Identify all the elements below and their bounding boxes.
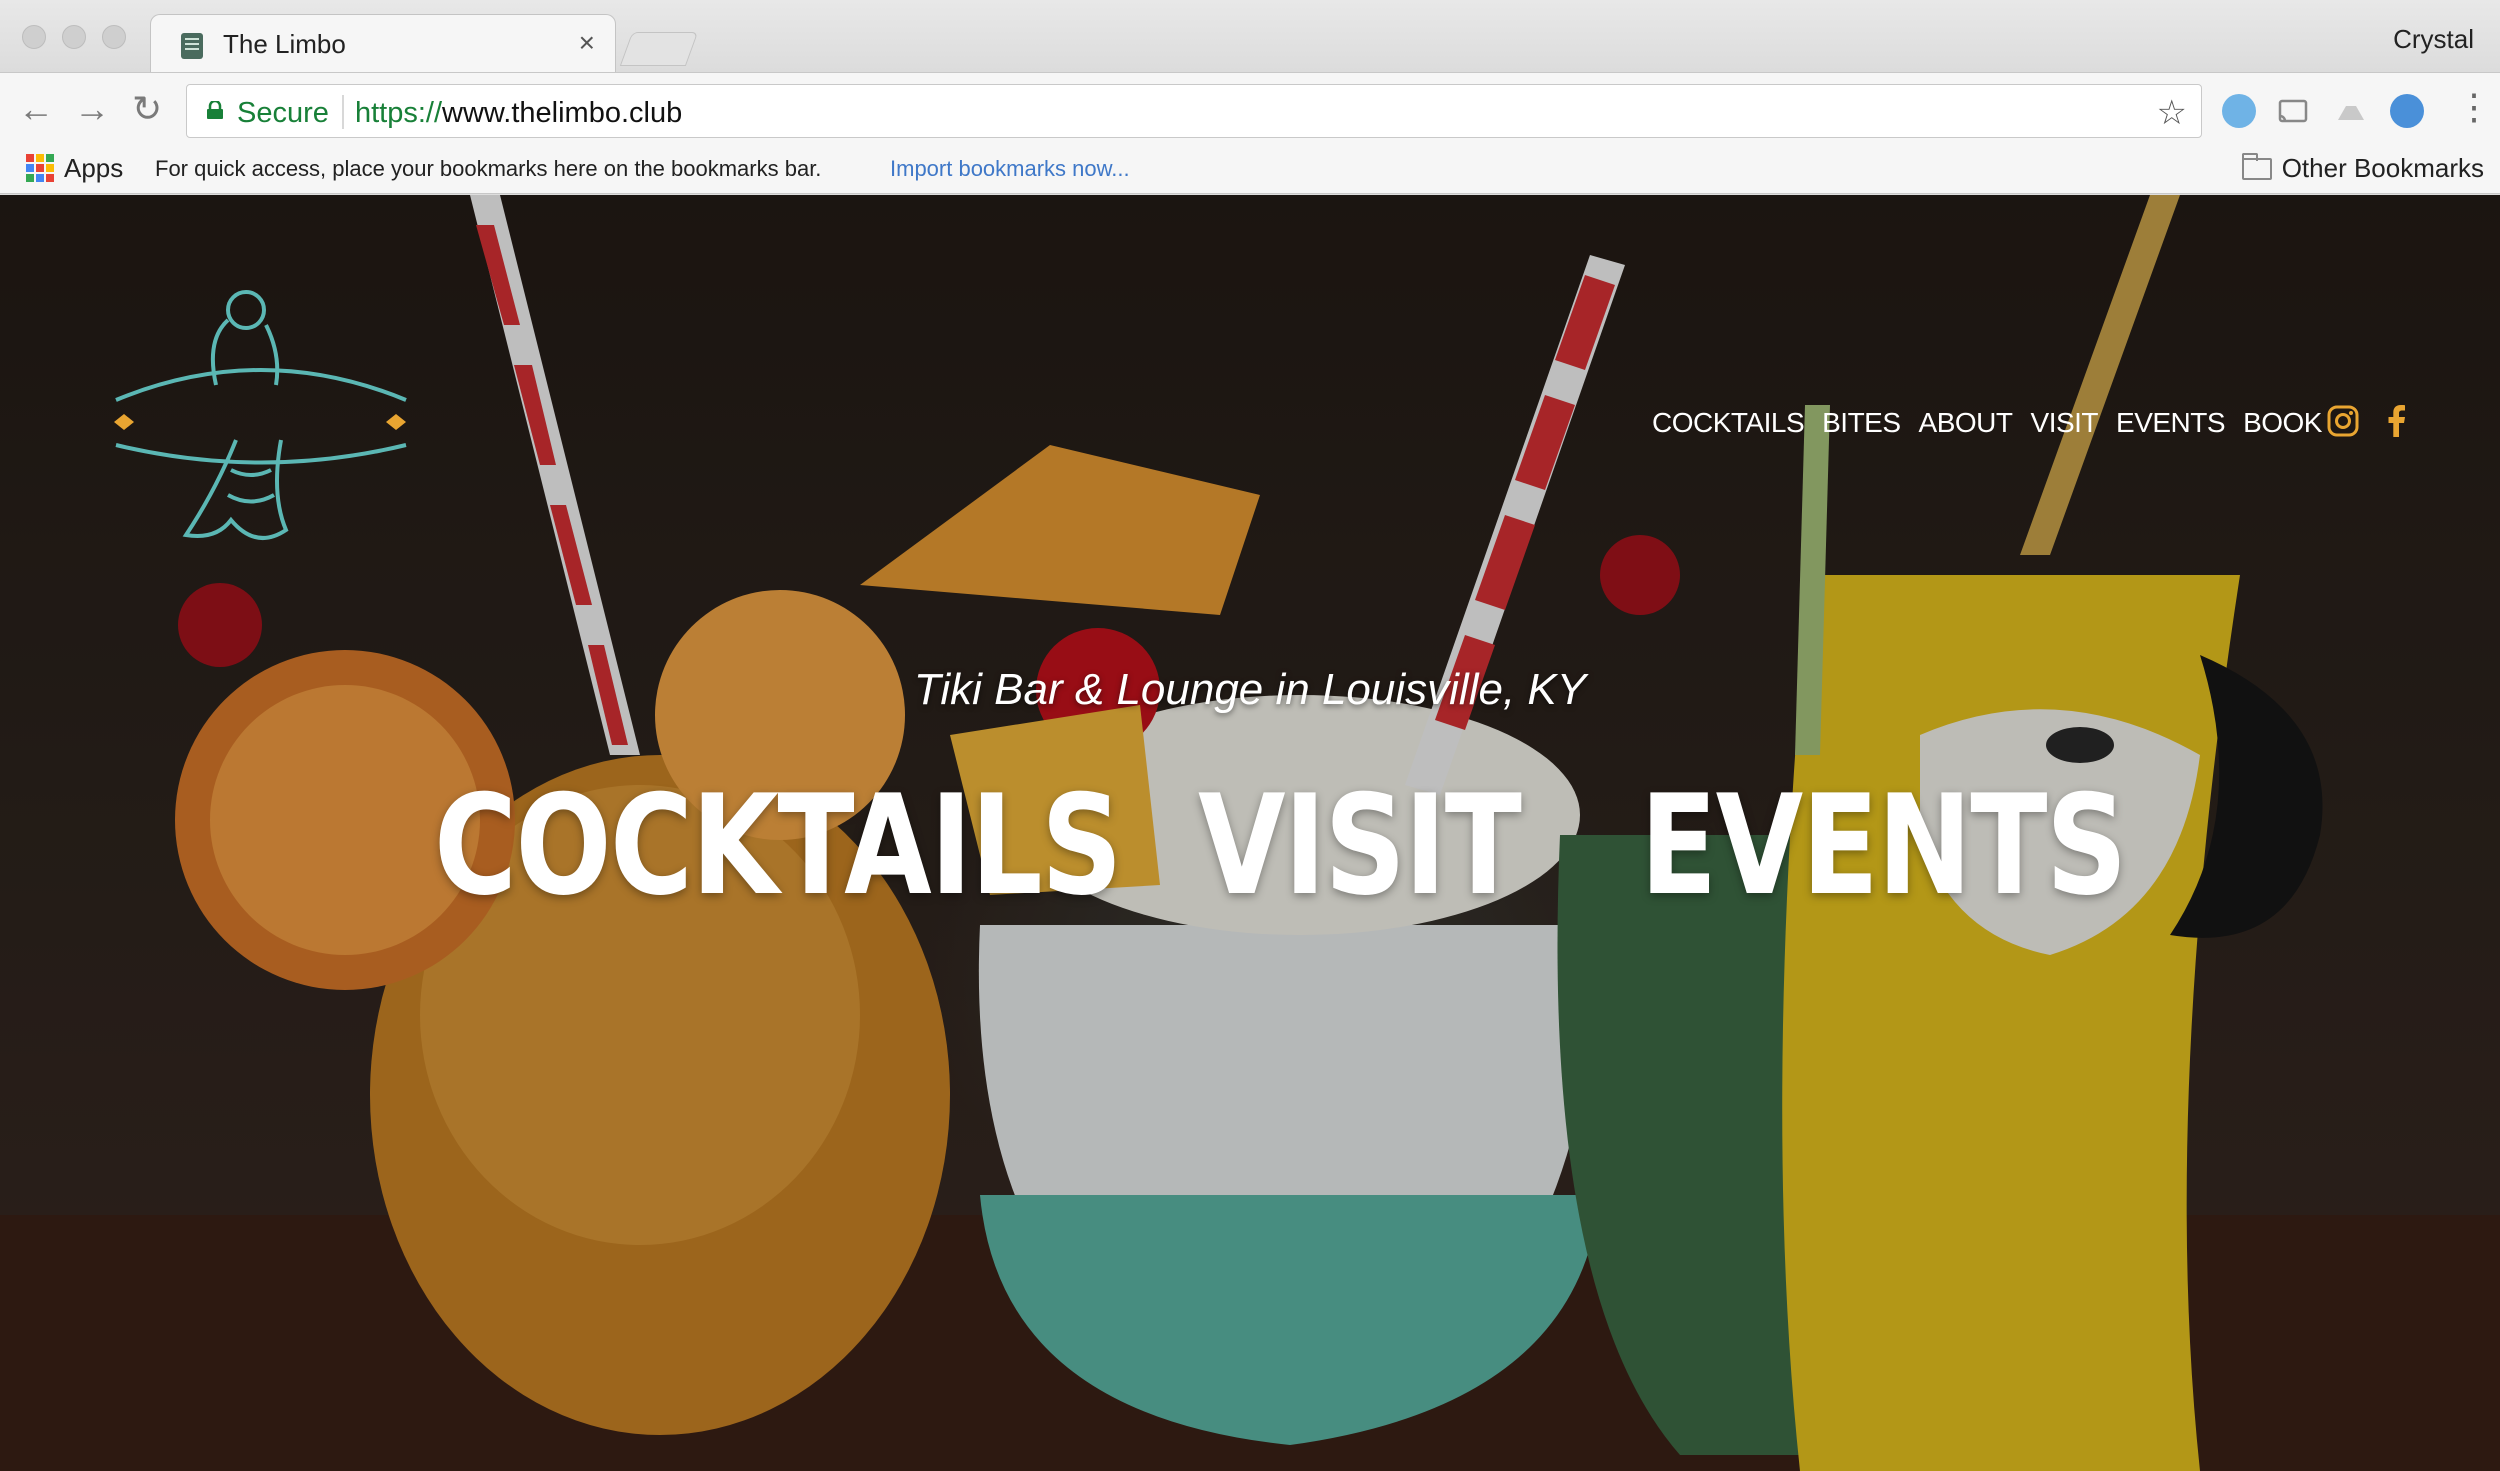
instagram-icon[interactable] bbox=[2326, 404, 2360, 438]
browser-toolbar: ← → ↻ Secure https://www.thelimbo.club ☆… bbox=[0, 72, 2500, 148]
bookmark-star-icon[interactable]: ☆ bbox=[2157, 93, 2187, 133]
lock-icon bbox=[207, 101, 223, 119]
bookmarks-bar: Apps For quick access, place your bookma… bbox=[0, 148, 2500, 194]
profile-name[interactable]: Crystal bbox=[2393, 24, 2474, 55]
forward-arrow-icon[interactable]: → bbox=[74, 91, 110, 127]
new-tab-button[interactable] bbox=[619, 32, 699, 66]
browser-tab-active[interactable]: The Limbo × bbox=[150, 14, 616, 74]
url-host: www.thelimbo.club bbox=[442, 97, 683, 129]
address-bar[interactable]: Secure https://www.thelimbo.club ☆ bbox=[186, 84, 2202, 138]
reload-icon[interactable]: ↻ bbox=[132, 91, 162, 127]
facebook-icon[interactable] bbox=[2380, 404, 2414, 438]
apps-shortcut[interactable]: Apps bbox=[64, 153, 123, 184]
url-protocol: https:// bbox=[355, 97, 443, 129]
tab-title: The Limbo bbox=[223, 29, 346, 59]
site-nav: COCKTAILS BITES ABOUT VISIT EVENTS BOOK bbox=[1652, 407, 2322, 439]
cta-events[interactable]: EVENTS bbox=[1640, 765, 2127, 926]
nav-bites[interactable]: BITES bbox=[1822, 407, 1901, 439]
import-bookmarks-link[interactable]: Import bookmarks now... bbox=[890, 156, 1130, 182]
cta-visit[interactable]: VISIT bbox=[1198, 765, 1522, 926]
tagline-text: Tiki Bar & Lounge in Louisville, KY bbox=[913, 665, 1587, 714]
cast-icon[interactable] bbox=[2276, 94, 2310, 128]
the-limbo-logo[interactable] bbox=[106, 280, 416, 565]
url-text[interactable]: https://www.thelimbo.club bbox=[355, 97, 682, 130]
nav-about[interactable]: ABOUT bbox=[1919, 407, 2013, 439]
other-bookmarks-label: Other Bookmarks bbox=[2281, 153, 2484, 183]
site-favicon-icon bbox=[181, 33, 203, 59]
folder-icon bbox=[2241, 152, 2272, 180]
back-arrow-icon[interactable]: ← bbox=[18, 91, 54, 127]
apps-grid-icon[interactable] bbox=[26, 154, 54, 182]
bookmarks-hint: For quick access, place your bookmarks h… bbox=[155, 156, 822, 181]
extension-gear-icon[interactable] bbox=[2390, 94, 2424, 128]
browser-titlebar: The Limbo × Crystal bbox=[0, 0, 2500, 74]
nav-cocktails[interactable]: COCKTAILS bbox=[1652, 407, 1805, 439]
nav-visit[interactable]: VISIT bbox=[2031, 407, 2099, 439]
drive-icon[interactable] bbox=[2334, 94, 2368, 128]
other-bookmarks[interactable]: Other Bookmarks bbox=[2241, 152, 2484, 184]
tab-close-icon[interactable]: × bbox=[579, 27, 595, 59]
cta-cocktails[interactable]: COCKTAILS bbox=[434, 765, 1123, 926]
nav-events[interactable]: EVENTS bbox=[2116, 407, 2226, 439]
hero-section: COCKTAILS BITES ABOUT VISIT EVENTS BOOK … bbox=[0, 195, 2500, 1471]
menu-kebab-icon[interactable]: ⋮ bbox=[2456, 89, 2492, 125]
tagline: Tiki Bar & Lounge in Louisville, KY bbox=[0, 665, 2500, 715]
zoom-window-button[interactable] bbox=[102, 25, 126, 49]
extension-pulse-icon[interactable] bbox=[2222, 94, 2256, 128]
address-separator bbox=[342, 95, 344, 129]
minimize-window-button[interactable] bbox=[62, 25, 86, 49]
secure-label: Secure bbox=[237, 97, 329, 129]
close-window-button[interactable] bbox=[22, 25, 46, 49]
nav-book[interactable]: BOOK bbox=[2243, 407, 2322, 439]
